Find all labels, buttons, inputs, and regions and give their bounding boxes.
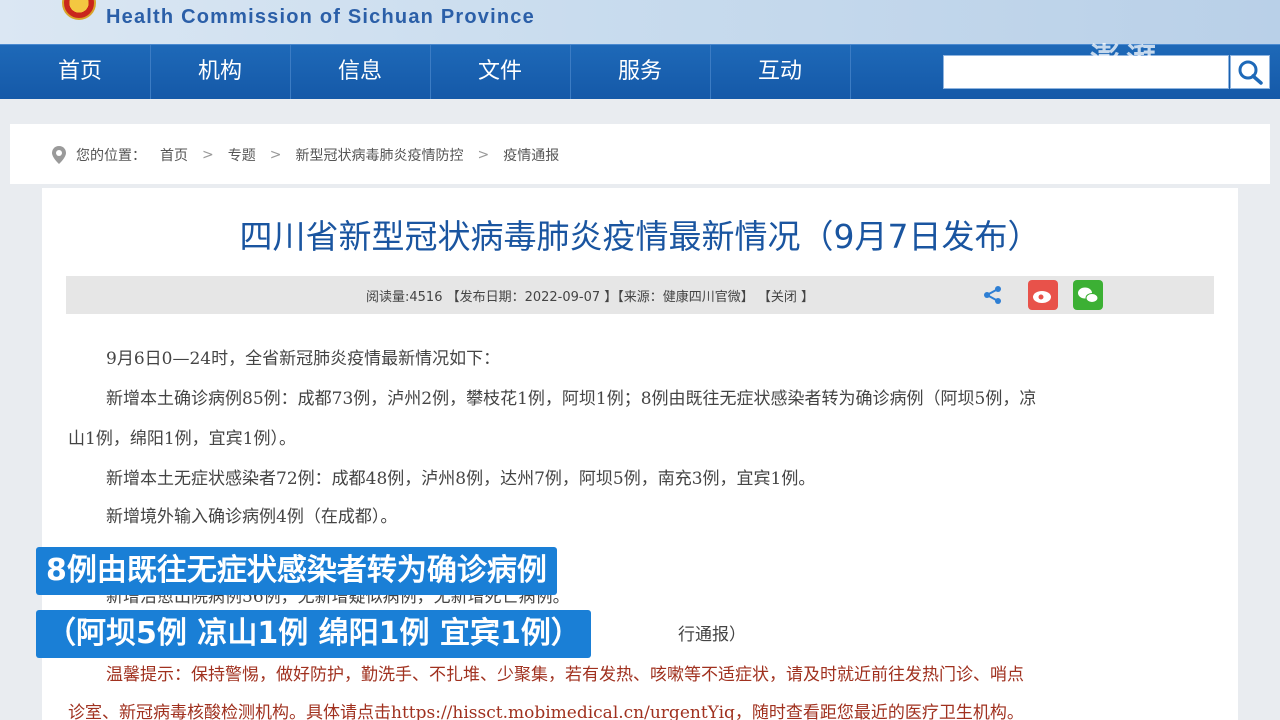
subtitle-line-1: 8例由既往无症状感染者转为确诊病例 <box>36 547 557 595</box>
emblem-icon <box>62 0 96 20</box>
paragraph: 山1例，绵阳1例，宜宾1例）。 <box>68 429 296 449</box>
search-input[interactable] <box>943 55 1229 89</box>
paragraph: 新增本土确诊病例85例：成都73例，泸州2例，攀枝花1例，阿坝1例；8例由既往无… <box>106 389 1037 409</box>
nav-item-information[interactable]: 信息 <box>290 45 431 99</box>
header-banner: Health Commission of Sichuan Province <box>0 0 1280 44</box>
breadcrumb-topics[interactable]: 专题 <box>228 145 256 165</box>
subtitle-line-2: （阿坝5例 凉山1例 绵阳1例 宜宾1例） <box>36 610 591 658</box>
chevron-right-icon: > <box>202 147 214 163</box>
nav-item-home[interactable]: 首页 <box>10 45 151 99</box>
paragraph: 新增境外输入确诊病例4例（在成都）。 <box>106 507 398 527</box>
article-meta-bar: 阅读量:4516 【发布日期：2022-09-07 】【来源：健康四川官微】 【… <box>66 276 1214 314</box>
main-nav: 首页 机构 信息 文件 服务 互动 <box>0 44 1280 99</box>
breadcrumb-outbreak-report[interactable]: 疫情通报 <box>503 145 559 165</box>
nav-item-interaction[interactable]: 互动 <box>710 45 851 99</box>
article-meta: 阅读量:4516 【发布日期：2022-09-07 】【来源：健康四川官微】 【… <box>366 290 815 305</box>
wechat-icon[interactable] <box>1073 280 1103 310</box>
location-pin-icon <box>52 146 66 164</box>
nav-item-organization[interactable]: 机构 <box>150 45 291 99</box>
page: Health Commission of Sichuan Province 首页… <box>0 0 1280 720</box>
site-title: Health Commission of Sichuan Province <box>106 6 535 28</box>
paragraph: 新增本土无症状感染者72例：成都48例，泸州8例，达州7例，阿坝5例，南充3例，… <box>106 469 816 489</box>
nav-item-services[interactable]: 服务 <box>570 45 711 99</box>
breadcrumb-home[interactable]: 首页 <box>160 145 188 165</box>
search-icon <box>1238 60 1263 85</box>
chevron-right-icon: > <box>269 147 282 163</box>
watermark-logo: 澎湃 <box>1090 42 1162 77</box>
breadcrumb: 您的位置： 首页 > 专题 > 新型冠状病毒肺炎疫情防控 > 疫情通报 <box>10 124 1270 184</box>
paragraph: 行通报） <box>678 625 746 645</box>
breadcrumb-covid-prevention[interactable]: 新型冠状病毒肺炎疫情防控 <box>295 145 463 165</box>
breadcrumb-prefix: 您的位置： <box>76 148 146 164</box>
share-icon[interactable] <box>982 284 1004 306</box>
paragraph: 9月6日0—24时，全省新冠肺炎疫情最新情况如下： <box>106 349 501 369</box>
chevron-right-icon: > <box>477 147 490 163</box>
nav-item-documents[interactable]: 文件 <box>430 45 571 99</box>
weibo-icon[interactable] <box>1028 280 1058 310</box>
search-button[interactable] <box>1230 55 1270 89</box>
article-title: 四川省新型冠状病毒肺炎疫情最新情况（9月7日发布） <box>239 217 1041 256</box>
notice-paragraph: 温馨提示：保持警惕，做好防护，勤洗手、不扎堆、少聚集，若有发热、咳嗽等不适症状，… <box>106 665 1024 685</box>
notice-paragraph: 诊室、新冠病毒核酸检测机构。具体请点击https://hissct.mobime… <box>68 703 1024 720</box>
